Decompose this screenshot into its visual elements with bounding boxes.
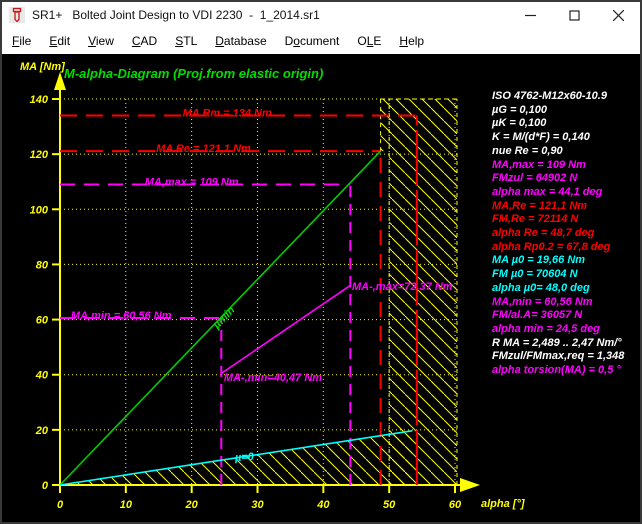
svg-text:30: 30	[251, 499, 264, 511]
result-line: FMzul = 64902 N	[492, 172, 642, 186]
menu-item-view[interactable]: View	[79, 30, 123, 52]
svg-text:MA,max = 109 Nm: MA,max = 109 Nm	[145, 176, 239, 188]
result-line: K = M/(d*F) = 0,140	[492, 131, 642, 145]
result-line: alpha µ0= 48,0 deg	[492, 282, 642, 296]
result-line: FM µ0 = 70604 N	[492, 268, 642, 282]
svg-text:100: 100	[30, 204, 49, 216]
titlebar[interactable]: SR1+ Bolted Joint Design to VDI 2230 - 1…	[2, 2, 640, 28]
minimize-button[interactable]	[508, 2, 552, 28]
result-line: µK = 0,100	[492, 117, 642, 131]
svg-text:80: 80	[36, 259, 49, 271]
menu-item-edit[interactable]: Edit	[40, 30, 79, 52]
svg-text:MA-,max=72,37 Nm: MA-,max=72,37 Nm	[352, 281, 453, 293]
svg-text:MA Re = 121,1 Nm: MA Re = 121,1 Nm	[156, 143, 251, 155]
svg-text:120: 120	[30, 149, 49, 161]
chart-area: M-alpha-Diagram (Proj.from elastic origi…	[2, 54, 640, 522]
svg-text:60: 60	[36, 315, 49, 327]
svg-text:MA Rm = 134 Nm: MA Rm = 134 Nm	[183, 108, 272, 120]
result-line: MA,max = 109 Nm	[492, 159, 642, 173]
menu-item-database[interactable]: Database	[206, 30, 275, 52]
minimize-icon	[525, 10, 536, 21]
window-controls	[508, 2, 640, 28]
close-icon	[613, 10, 624, 21]
result-line: alpha torsion(MA) = 0,5 °	[492, 364, 642, 378]
maximize-button[interactable]	[552, 2, 596, 28]
series-ma-minus-line	[221, 285, 350, 373]
menu-item-ole[interactable]: OLE	[348, 30, 390, 52]
result-line: MA,Re = 121,1 Nm	[492, 200, 642, 214]
result-line: alpha Re = 48,7 deg	[492, 227, 642, 241]
result-line: FM/al.A= 36057 N	[492, 309, 642, 323]
result-line: R MA = 2,489 .. 2,47 Nm/°	[492, 337, 642, 351]
result-line: alpha max = 44,1 deg	[492, 186, 642, 200]
svg-text:50: 50	[383, 499, 396, 511]
result-line: FMzul/FMmax,req = 1,348	[492, 350, 642, 364]
result-line: alpha min = 24,5 deg	[492, 323, 642, 337]
result-line: alpha Rp0.2 = 67,8 deg	[492, 241, 642, 255]
app-icon	[9, 7, 25, 23]
result-line: ISO 4762-M12x60-10.9	[492, 90, 642, 104]
menu-item-cad[interactable]: CAD	[123, 30, 166, 52]
svg-text:140: 140	[30, 94, 49, 106]
result-line: MA µ0 = 19,66 Nm	[492, 254, 642, 268]
result-line: nue Re = 0,90	[492, 145, 642, 159]
menu-item-file[interactable]: File	[2, 30, 40, 52]
window-title: SR1+ Bolted Joint Design to VDI 2230 - 1…	[32, 8, 320, 22]
svg-text:40: 40	[35, 370, 49, 382]
result-line: FM,Re = 72114 N	[492, 213, 642, 227]
svg-text:40: 40	[316, 499, 330, 511]
app-window: SR1+ Bolted Joint Design to VDI 2230 - 1…	[0, 0, 642, 524]
forbidden-region-over-yield-corner	[381, 99, 390, 151]
menu-item-document[interactable]: Document	[276, 30, 349, 52]
svg-text:0: 0	[42, 480, 49, 492]
svg-text:10: 10	[120, 499, 133, 511]
maximize-icon	[569, 10, 580, 21]
close-button[interactable]	[596, 2, 640, 28]
results-panel: ISO 4762-M12x60-10.9µG = 0,100µK = 0,100…	[492, 90, 642, 378]
svg-text:MA-,min=40,47 Nm: MA-,min=40,47 Nm	[224, 372, 322, 384]
result-line: MA,min = 60,56 Nm	[492, 296, 642, 310]
svg-text:MA,min = 60,56 Nm: MA,min = 60,56 Nm	[71, 310, 172, 322]
svg-text:µ=0: µ=0	[234, 451, 255, 464]
svg-text:0: 0	[57, 499, 64, 511]
svg-text:20: 20	[35, 425, 49, 437]
svg-text:µmin: µmin	[210, 304, 238, 332]
svg-text:60: 60	[449, 499, 462, 511]
menu-item-help[interactable]: Help	[390, 30, 433, 52]
result-line: µG = 0,100	[492, 104, 642, 118]
svg-text:20: 20	[185, 499, 199, 511]
menu-item-stl[interactable]: STL	[166, 30, 206, 52]
menubar: FileEditViewCADSTLDatabaseDocumentOLEHel…	[2, 28, 640, 54]
